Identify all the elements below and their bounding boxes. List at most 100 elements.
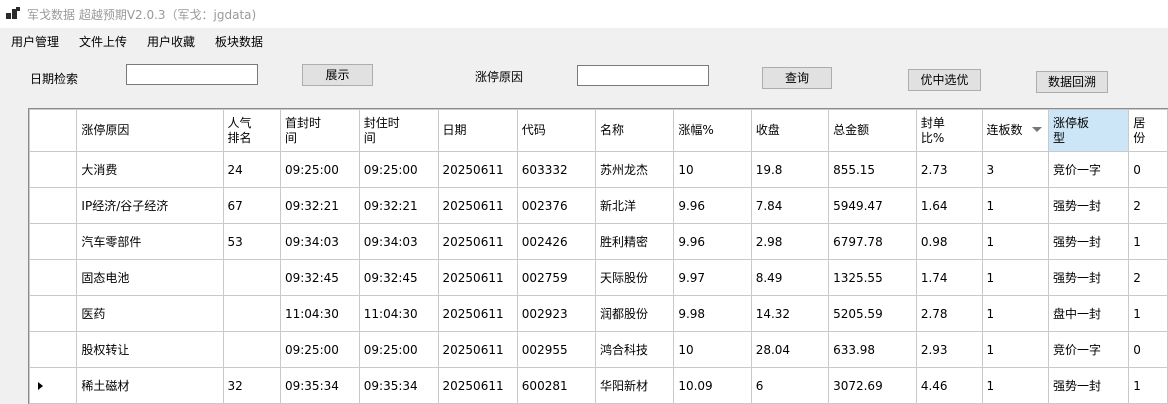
table-cell[interactable]: 002955 xyxy=(516,331,596,368)
table-cell[interactable]: 24 xyxy=(222,151,281,188)
column-header[interactable]: 封住时间 xyxy=(358,109,439,152)
table-cell[interactable]: 稀土磁材 xyxy=(76,367,224,404)
data-backtrack-button[interactable]: 数据回溯 xyxy=(1036,71,1108,93)
table-cell[interactable]: 5949.47 xyxy=(828,187,917,224)
table-cell[interactable]: 9.96 xyxy=(673,223,752,260)
table-cell[interactable]: 600281 xyxy=(516,367,596,404)
table-cell[interactable]: 大消费 xyxy=(76,151,224,188)
table-cell[interactable]: 09:32:45 xyxy=(279,259,360,296)
table-cell[interactable]: 09:32:21 xyxy=(279,187,360,224)
table-cell[interactable]: 09:34:03 xyxy=(358,223,439,260)
table-cell[interactable]: 28.04 xyxy=(750,331,830,368)
table-cell[interactable]: 20250611 xyxy=(437,259,518,296)
table-cell[interactable]: 20250611 xyxy=(437,223,518,260)
table-cell[interactable]: 20250611 xyxy=(437,187,518,224)
table-cell[interactable]: 09:35:34 xyxy=(279,367,360,404)
table-cell[interactable]: 633.98 xyxy=(828,331,917,368)
table-cell[interactable]: 002923 xyxy=(516,295,596,332)
table-row[interactable]: 医药 11:04:30 11:04:30 20250611 002923 润都股份 9.98… xyxy=(29,295,1168,332)
table-cell[interactable]: 1 xyxy=(981,295,1050,332)
table-cell[interactable]: 1 xyxy=(981,259,1050,296)
menu-sector-data[interactable]: 板块数据 xyxy=(215,33,263,50)
table-cell[interactable]: 固态电池 xyxy=(76,259,224,296)
column-header[interactable]: 人气 排名 xyxy=(222,109,281,152)
table-cell[interactable]: 1 xyxy=(1128,295,1168,332)
table-cell[interactable]: 09:35:34 xyxy=(358,367,439,404)
table-cell[interactable]: 1 xyxy=(981,331,1050,368)
table-cell[interactable]: 强势一封 xyxy=(1048,223,1130,260)
column-header-sorted[interactable]: 连板数 xyxy=(981,109,1050,152)
menu-user-favorites[interactable]: 用户收藏 xyxy=(147,33,195,50)
table-cell[interactable]: 竞价一字 xyxy=(1048,331,1130,368)
table-cell[interactable]: 胜利精密 xyxy=(594,223,675,260)
table-cell[interactable]: 20250611 xyxy=(437,367,518,404)
show-button[interactable]: 展示 xyxy=(302,64,373,86)
table-cell[interactable]: 1325.55 xyxy=(828,259,917,296)
table-cell[interactable]: 002376 xyxy=(516,187,596,224)
row-header[interactable] xyxy=(29,367,78,404)
column-header[interactable]: 代码 xyxy=(516,109,596,152)
table-cell[interactable]: 09:32:45 xyxy=(358,259,439,296)
table-cell[interactable]: 09:25:00 xyxy=(279,331,360,368)
table-cell[interactable]: 强势一封 xyxy=(1048,259,1130,296)
table-cell[interactable]: 润都股份 xyxy=(594,295,675,332)
table-cell[interactable]: 002759 xyxy=(516,259,596,296)
table-cell[interactable]: IP经济/谷子经济 xyxy=(76,187,224,224)
table-cell[interactable]: 20250611 xyxy=(437,331,518,368)
table-cell[interactable]: 强势一封 xyxy=(1048,367,1130,404)
table-cell[interactable]: 9.97 xyxy=(673,259,752,296)
table-cell[interactable]: 5205.59 xyxy=(828,295,917,332)
table-cell[interactable]: 09:34:03 xyxy=(279,223,360,260)
row-header[interactable] xyxy=(29,331,78,368)
table-cell[interactable]: 603332 xyxy=(516,151,596,188)
table-cell[interactable]: 华阳新材 xyxy=(594,367,675,404)
table-cell[interactable]: 855.15 xyxy=(828,151,917,188)
limit-up-data-grid[interactable]: 涨停原因 人气 排名 首封时间 封住时间 日期 代码 名称 涨幅% 收盘 总金额 … xyxy=(28,108,1168,404)
limit-reason-input[interactable] xyxy=(577,65,709,86)
table-cell[interactable]: 1 xyxy=(981,223,1050,260)
table-cell[interactable]: 2.93 xyxy=(915,331,983,368)
table-cell[interactable]: 汽车零部件 xyxy=(76,223,224,260)
select-best-button[interactable]: 优中选优 xyxy=(908,69,981,91)
table-cell[interactable]: 20250611 xyxy=(437,151,518,188)
table-cell[interactable]: 10 xyxy=(673,151,752,188)
query-button[interactable]: 查询 xyxy=(762,67,832,89)
table-cell[interactable] xyxy=(222,295,281,332)
table-row[interactable]: IP经济/谷子经济 67 09:32:21 09:32:21 20250611 00237… xyxy=(29,187,1168,224)
table-cell[interactable]: 2 xyxy=(1128,187,1168,224)
table-cell[interactable]: 6797.78 xyxy=(828,223,917,260)
table-row[interactable]: 稀土磁材 32 09:35:34 09:35:34 20250611 600281 华阳新材… xyxy=(29,367,1168,404)
table-cell[interactable]: 2.73 xyxy=(915,151,983,188)
table-cell[interactable]: 医药 xyxy=(76,295,224,332)
table-cell[interactable]: 4.46 xyxy=(915,367,983,404)
table-cell[interactable] xyxy=(222,259,281,296)
table-cell[interactable]: 10 xyxy=(673,331,752,368)
table-cell[interactable]: 14.32 xyxy=(750,295,830,332)
column-header[interactable]: 名称 xyxy=(594,109,675,152)
table-row[interactable]: 汽车零部件 53 09:34:03 09:34:03 20250611 002426 胜利精… xyxy=(29,223,1168,260)
column-header[interactable]: 总金额 xyxy=(828,109,917,152)
column-header[interactable]: 涨停原因 xyxy=(76,109,224,152)
date-search-input[interactable] xyxy=(126,64,258,85)
table-cell[interactable]: 10.09 xyxy=(673,367,752,404)
table-cell[interactable]: 9.96 xyxy=(673,187,752,224)
table-cell[interactable]: 19.8 xyxy=(750,151,830,188)
column-header[interactable]: 收盘 xyxy=(750,109,830,152)
table-cell[interactable]: 09:25:00 xyxy=(358,331,439,368)
table-cell[interactable]: 32 xyxy=(222,367,281,404)
row-header[interactable] xyxy=(29,223,78,260)
row-header[interactable] xyxy=(29,187,78,224)
table-cell[interactable]: 1 xyxy=(981,187,1050,224)
menu-user-management[interactable]: 用户管理 xyxy=(11,33,59,50)
table-cell[interactable]: 8.49 xyxy=(750,259,830,296)
table-cell[interactable]: 11:04:30 xyxy=(279,295,360,332)
table-cell[interactable]: 2.78 xyxy=(915,295,983,332)
table-cell[interactable]: 鸿合科技 xyxy=(594,331,675,368)
table-cell[interactable]: 2.98 xyxy=(750,223,830,260)
table-cell[interactable]: 1.64 xyxy=(915,187,983,224)
table-row[interactable]: 股权转让 09:25:00 09:25:00 20250611 002955 鸿合科技 10… xyxy=(29,331,1168,368)
menu-file-upload[interactable]: 文件上传 xyxy=(79,33,127,50)
table-cell[interactable]: 1 xyxy=(1128,367,1168,404)
column-header[interactable]: 封单 比% xyxy=(915,109,983,152)
table-cell[interactable]: 9.98 xyxy=(673,295,752,332)
